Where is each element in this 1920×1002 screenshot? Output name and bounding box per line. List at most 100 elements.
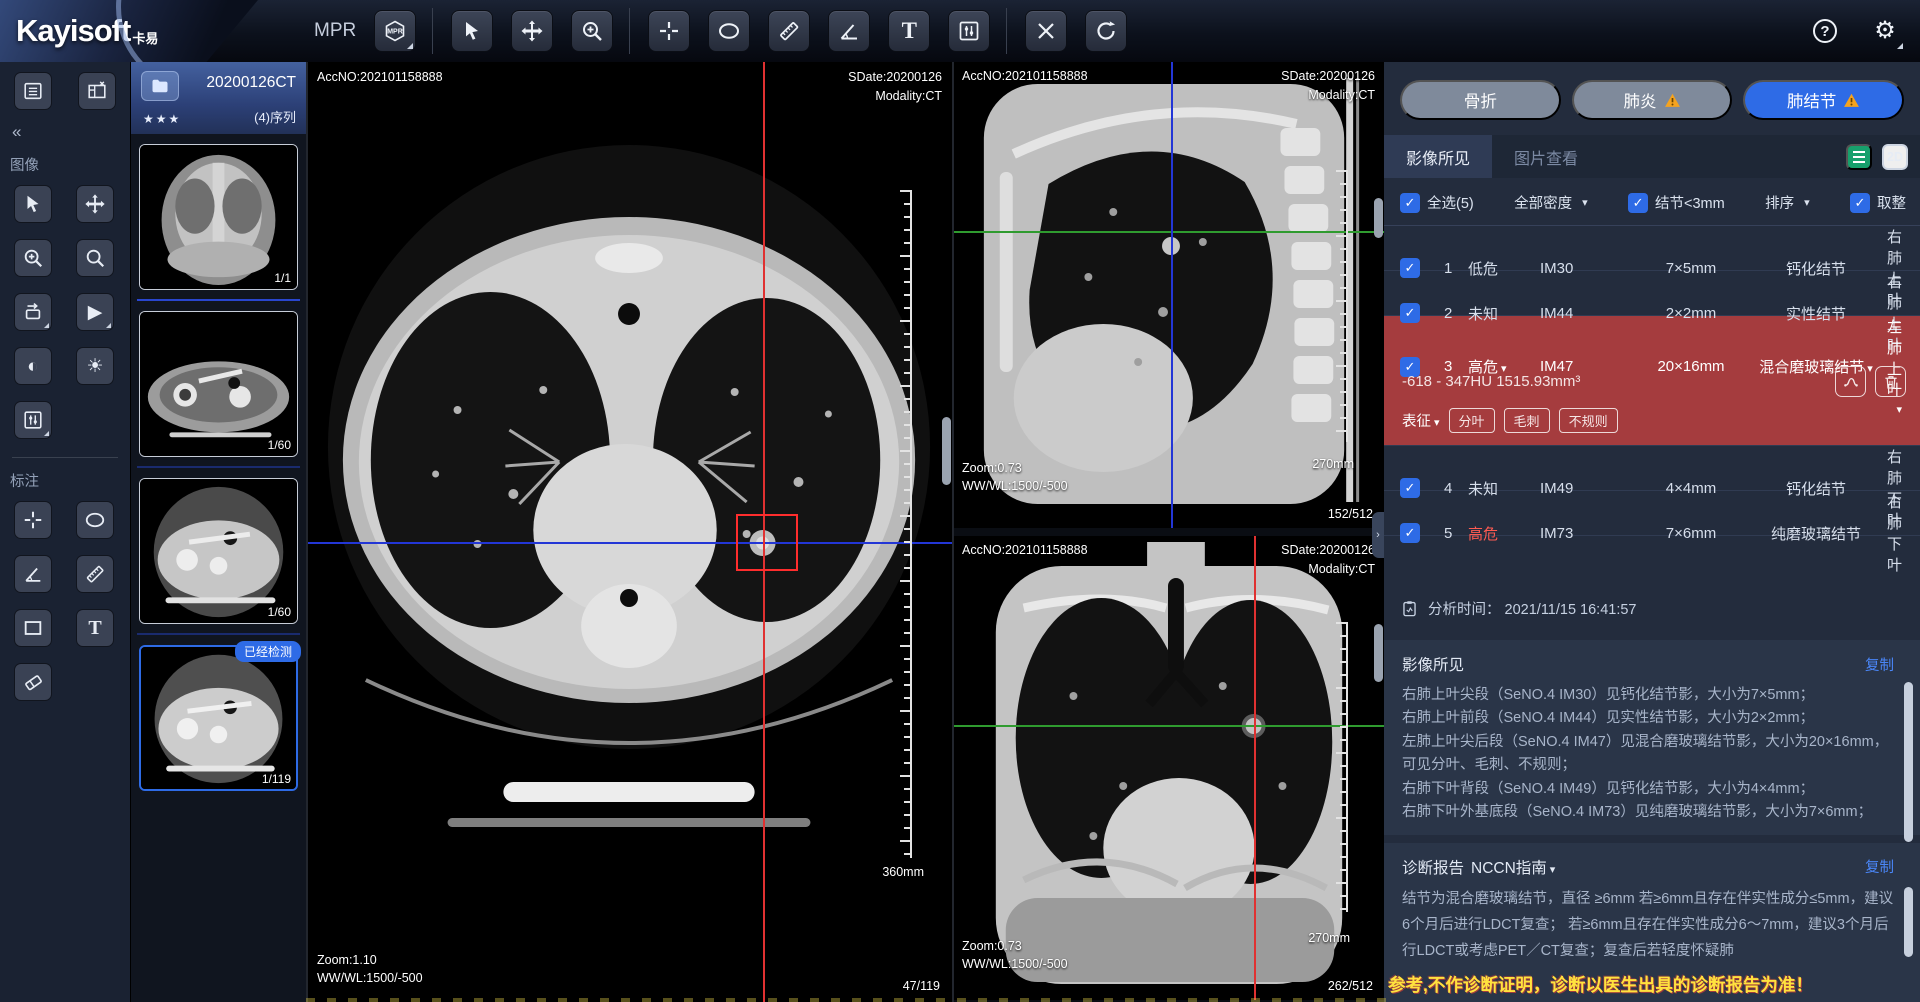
rail-pan-button[interactable] <box>76 185 114 223</box>
rail-magnify-button[interactable] <box>76 239 114 277</box>
angle-tool-button[interactable] <box>828 10 870 52</box>
window-level: WW/WL:1500/-500 <box>962 477 1068 496</box>
axial-zoom-wwwl-label: Zoom:1.10 WW/WL:1500/-500 <box>317 951 423 989</box>
toolbar-divider <box>1006 8 1007 54</box>
rail-angle-button[interactable] <box>14 555 52 593</box>
zoom-tool-button[interactable] <box>571 10 613 52</box>
ellipse-tool-button[interactable] <box>708 10 750 52</box>
sagittal-crosshair-vertical[interactable] <box>1171 62 1173 528</box>
findings-scrollbar[interactable] <box>1904 682 1913 842</box>
text-tool-button[interactable]: T <box>888 10 930 52</box>
report-button[interactable] <box>1846 144 1872 170</box>
panel-collapse-handle[interactable]: › <box>1372 512 1384 558</box>
tab-image-view[interactable]: 图片查看 <box>1492 135 1600 178</box>
delete-nodule-button[interactable] <box>1875 366 1906 397</box>
rail-rotate-image-button[interactable] <box>14 293 52 331</box>
nodule-row-1[interactable]: ✓ 1 低危 IM30 7×5mm 钙化结节 右肺上叶 <box>1384 226 1920 271</box>
histogram-curve-button[interactable] <box>1835 366 1866 397</box>
mode-2d-button[interactable]: 2D <box>1882 144 1908 170</box>
checkbox-icon[interactable]: ✓ <box>1400 523 1420 543</box>
open-study-button[interactable] <box>141 71 179 101</box>
worklist-button[interactable] <box>14 72 52 110</box>
panel-tabs: 影像所见 图片查看 2D <box>1384 135 1920 178</box>
module-pneumonia-button[interactable]: 肺炎 <box>1572 80 1733 120</box>
rail-ruler-button[interactable] <box>76 555 114 593</box>
ruler-tool-button[interactable] <box>768 10 810 52</box>
close-layout-button[interactable] <box>78 72 116 110</box>
zoom-in-icon <box>580 19 604 43</box>
feature-chip-irregular[interactable]: 不规则 <box>1559 408 1618 433</box>
nodule-roi-box[interactable] <box>736 514 798 571</box>
rail-text-button[interactable]: T <box>76 609 114 647</box>
pill-label: 肺结节 <box>1787 88 1837 112</box>
findings-text: 右肺上叶尖段（SeNO.4 IM30）见钙化结节影，大小为7×5mm； 右肺上叶… <box>1402 684 1894 825</box>
round-checkbox[interactable]: ✓取整 <box>1850 192 1906 213</box>
help-button[interactable]: ? <box>1804 10 1846 52</box>
crosshair-tool-button[interactable] <box>648 10 690 52</box>
checkbox-icon[interactable]: ✓ <box>1400 303 1420 323</box>
series-thumbnail-scout[interactable]: 1/1 <box>139 144 298 290</box>
rail-crosshair-button[interactable] <box>14 501 52 539</box>
window-level-button[interactable] <box>948 10 990 52</box>
rail-ellipse-button[interactable] <box>76 501 114 539</box>
report-scrollbar[interactable] <box>1904 887 1913 957</box>
density-dropdown[interactable]: 全部密度▾ <box>1514 192 1588 213</box>
sagittal-viewport[interactable]: AccNO:202101158888 SDate:20200126 Modali… <box>954 62 1384 528</box>
cursor-icon <box>460 19 484 43</box>
pan-tool-button[interactable] <box>511 10 553 52</box>
sdate: SDate:20200126 <box>1281 67 1375 86</box>
ai-findings-panel: 骨折 肺炎 肺结节 影像所见 图片查看 2D <box>1384 62 1920 1002</box>
sagittal-crosshair-horizontal[interactable] <box>954 231 1384 233</box>
ellipse-icon <box>717 19 741 43</box>
guideline-dropdown[interactable]: NCCN指南▾ <box>1471 856 1555 878</box>
reset-button[interactable] <box>1085 10 1127 52</box>
nodule-row-4[interactable]: ✓ 4 未知 IM49 4×4mm 钙化结节 右肺下叶 <box>1384 446 1920 491</box>
study-stars: ★★★ <box>143 112 181 126</box>
delete-annotation-button[interactable] <box>1025 10 1067 52</box>
warning-icon <box>1843 92 1860 109</box>
rail-brightness-button[interactable]: ☀ <box>76 347 114 385</box>
module-lung-nodule-button[interactable]: 肺结节 <box>1743 80 1904 120</box>
feature-chip-spiculation[interactable]: 毛刺 <box>1504 408 1550 433</box>
tab-findings[interactable]: 影像所见 <box>1384 135 1492 178</box>
select-tool-button[interactable] <box>451 10 493 52</box>
nodule-filters: ✓全选(5) 全部密度▾ ✓结节<3mm 排序▾ ✓取整 <box>1384 178 1920 226</box>
zoom-level: Zoom:1.10 <box>317 951 423 970</box>
coronal-stack-scrollbar[interactable] <box>1374 624 1383 682</box>
mpr-mode-button[interactable] <box>374 10 416 52</box>
collapse-rail-button[interactable]: « <box>0 120 130 146</box>
coronal-viewport[interactable]: AccNO:202101158888 SDate:20200126 Modali… <box>954 536 1384 1000</box>
checkbox-icon[interactable]: ✓ <box>1400 478 1420 498</box>
rotate-image-icon <box>22 301 44 323</box>
series-thumbnail-axial-2[interactable]: 1/60 <box>139 478 298 624</box>
rail-cine-play-button[interactable]: ▶ <box>76 293 114 331</box>
sort-dropdown[interactable]: 排序▾ <box>1765 192 1810 213</box>
axial-viewport[interactable]: AccNO:202101158888 SDate:20200126 Modali… <box>306 62 952 1002</box>
series-thumbnail-thin-selected[interactable]: 已经检测 1/119 <box>139 645 298 791</box>
nodule-row-3-selected[interactable]: ✓ 3 高危▾ IM47 20×16mm 混合磨玻璃结节▾ 左肺上叶▾ -618… <box>1384 316 1920 446</box>
axial-crosshair-horizontal[interactable] <box>308 542 952 544</box>
select-all-checkbox[interactable]: ✓全选(5) <box>1400 192 1474 213</box>
copy-findings-link[interactable]: 复制 <box>1865 654 1894 675</box>
sagittal-stack-scrollbar[interactable] <box>1374 198 1383 238</box>
checkbox-icon[interactable]: ✓ <box>1400 258 1420 278</box>
rail-select-button[interactable] <box>14 185 52 223</box>
rail-zoom-in-button[interactable] <box>14 239 52 277</box>
feature-chip-lobulation[interactable]: 分叶 <box>1449 408 1495 433</box>
copy-report-link[interactable]: 复制 <box>1865 856 1894 877</box>
small-nodule-checkbox[interactable]: ✓结节<3mm <box>1628 192 1725 213</box>
rail-rectangle-button[interactable] <box>14 609 52 647</box>
rail-window-level-button[interactable] <box>14 401 52 439</box>
axial-stack-scrollbar[interactable] <box>942 417 951 485</box>
invert-icon: ◐ <box>27 357 38 376</box>
coronal-crosshair-vertical[interactable] <box>1254 536 1256 1000</box>
rail-invert-button[interactable]: ◐ <box>14 347 52 385</box>
coronal-crosshair-horizontal[interactable] <box>954 725 1384 727</box>
axial-scale-ruler <box>900 190 912 858</box>
feature-dropdown[interactable]: 表征▾ <box>1402 410 1440 431</box>
module-fracture-button[interactable]: 骨折 <box>1400 80 1561 120</box>
toolbar-divider <box>432 8 433 54</box>
rail-eraser-button[interactable] <box>14 663 52 701</box>
settings-button[interactable]: ⚙ <box>1864 10 1906 52</box>
series-thumbnail-axial-1[interactable]: 1/60 <box>139 311 298 457</box>
